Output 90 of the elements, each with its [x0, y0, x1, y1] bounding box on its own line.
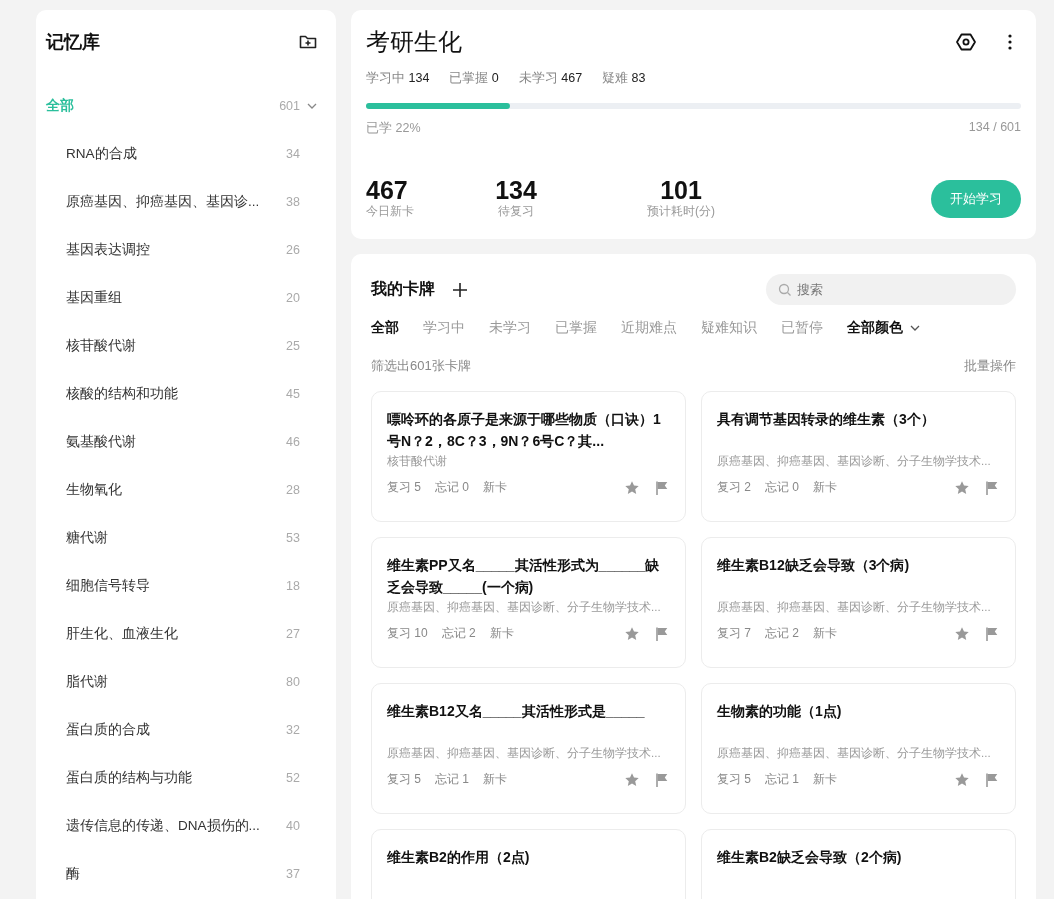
stat-value: 467 — [366, 177, 408, 204]
card-tag: 原癌基因、抑癌基因、基因诊断、分子生物学技术... — [717, 746, 1000, 762]
review-count: 复习 7 — [717, 625, 751, 643]
card-title: 嘌呤环的各原子是来源于哪些物质（口诀）1号N？2，8C？3，9N？6号C？其... — [387, 410, 662, 452]
star-icon[interactable] — [624, 479, 640, 496]
sidebar-item[interactable]: 脂代谢 80 — [46, 658, 318, 706]
card-title: 维生素B12缺乏会导致（3个病) — [717, 556, 911, 576]
sidebar-item[interactable]: 酶 37 — [46, 850, 318, 898]
sidebar-title: 记忆库 — [46, 31, 100, 54]
card-tag: 原癌基因、抑癌基因、基因诊断、分子生物学技术... — [717, 454, 1000, 470]
progress-reading: 134 / 601 — [968, 120, 1021, 136]
review-count: 复习 5 — [717, 771, 751, 789]
flash-card[interactable]: 维生素B2缺乏会导致（2个病) — [701, 829, 1016, 899]
forget-count: 忘记 2 — [765, 625, 800, 643]
flag-icon[interactable] — [654, 771, 670, 788]
review-count: 复习 5 — [387, 479, 421, 497]
stat-label: 待复习 — [498, 203, 534, 221]
status-count: 未学习 467 — [518, 70, 583, 87]
card-tag: 原癌基因、抑癌基因、基因诊断、分子生物学技术... — [717, 600, 1000, 616]
stat-value: 134 — [495, 177, 537, 204]
deck-title: 考研生化 — [366, 27, 463, 57]
star-icon[interactable] — [624, 771, 640, 788]
sidebar-item[interactable]: RNA的合成 34 — [46, 130, 318, 178]
sidebar-item[interactable]: 蛋白质的结构与功能 52 — [46, 754, 318, 802]
sidebar-item[interactable]: 氨基酸代谢 46 — [46, 418, 318, 466]
progress-label: 已学 22% — [366, 120, 421, 137]
flag-icon[interactable] — [984, 625, 1000, 642]
sidebar-item[interactable]: 蛋白质的合成 32 — [46, 706, 318, 754]
status-count: 学习中 134 — [366, 70, 430, 87]
flag-icon[interactable] — [984, 479, 1000, 496]
flash-card[interactable]: 嘌呤环的各原子是来源于哪些物质（口诀）1号N？2，8C？3，9N？6号C？其... 核苷酸代谢 复习 5 忘记 0 新卡 — [371, 391, 686, 523]
flash-card[interactable]: 维生素B12缺乏会导致（3个病) 原癌基因、抑癌基因、基因诊断、分子生物学技术... 复习 7 忘记 2 新卡 — [701, 537, 1016, 669]
sidebar-item[interactable]: 原癌基因、抑癌基因、基因诊... 38 — [46, 178, 318, 226]
sidebar-item[interactable]: 遗传信息的传递、DNA损伤的... 40 — [46, 802, 318, 850]
batch-action-link[interactable]: 批量操作 — [964, 357, 1016, 376]
card-status: 新卡 — [813, 625, 838, 643]
review-count: 复习 2 — [717, 479, 751, 497]
sidebar-item[interactable]: 核酸的结构和功能 45 — [46, 370, 318, 418]
card-tag: 原癌基因、抑癌基因、基因诊断、分子生物学技术... — [387, 600, 670, 616]
stat-label: 今日新卡 — [366, 203, 414, 221]
status-count: 疑难 83 — [602, 70, 646, 87]
status-count: 已掌握 0 — [449, 70, 499, 87]
star-icon[interactable] — [624, 625, 640, 642]
flag-icon[interactable] — [654, 625, 670, 642]
review-count: 复习 5 — [387, 771, 421, 789]
card-tag: 核苷酸代谢 — [387, 454, 670, 470]
sidebar-item[interactable]: 生物氧化 28 — [46, 466, 318, 514]
flag-icon[interactable] — [654, 479, 670, 496]
sidebar-item[interactable]: 核苷酸代谢 25 — [46, 322, 318, 370]
flash-card[interactable]: 具有调节基因转录的维生素（3个） 原癌基因、抑癌基因、基因诊断、分子生物学技术... 复习 2 忘记 0 新卡 — [701, 391, 1016, 523]
card-title: 具有调节基因转录的维生素（3个） — [717, 410, 936, 430]
sidebar-item[interactable]: 肝生化、血液生化 27 — [46, 610, 318, 658]
forget-count: 忘记 1 — [435, 771, 470, 789]
sidebar-item[interactable]: 糖代谢 53 — [46, 514, 318, 562]
flash-card[interactable]: 生物素的功能（1点) 原癌基因、抑癌基因、基因诊断、分子生物学技术... 复习 5 忘记 1 新卡 — [701, 683, 1016, 815]
forget-count: 忘记 0 — [765, 479, 800, 497]
flash-card[interactable]: 维生素PP又名_____其活性形式为______缺乏会导致_____(一个病) 原癌基因、抑癌基因、基因诊断、分子生物学技术... 复习 10 忘记 2 新卡 — [371, 537, 686, 669]
flag-icon[interactable] — [984, 771, 1000, 788]
card-title: 生物素的功能（1点) — [717, 702, 843, 722]
forget-count: 忘记 1 — [765, 771, 800, 789]
card-title: 维生素B2缺乏会导致（2个病) — [717, 848, 903, 868]
flash-card[interactable]: 维生素B12又名_____其活性形式是_____ 原癌基因、抑癌基因、基因诊断、分子生物学技术... 复习 5 忘记 1 新卡 — [371, 683, 686, 815]
filter-summary: 筛选出601张卡牌 — [371, 357, 471, 376]
stat-value: 101 — [660, 177, 702, 204]
flash-card[interactable]: 维生素B2的作用（2点) — [371, 829, 686, 899]
card-status: 新卡 — [813, 479, 838, 497]
panel-title: 我的卡牌 — [371, 279, 435, 300]
forget-count: 忘记 2 — [441, 625, 476, 643]
card-title: 维生素B12又名_____其活性形式是_____ — [387, 702, 646, 722]
color-filter-dropdown[interactable]: 全部颜色 — [847, 319, 921, 338]
review-count: 复习 10 — [387, 625, 428, 643]
sidebar-item[interactable]: 细胞信号转导 18 — [46, 562, 318, 610]
sidebar-item[interactable]: 基因表达调控 26 — [46, 226, 318, 274]
forget-count: 忘记 0 — [435, 479, 470, 497]
settings-icon[interactable] — [955, 31, 977, 53]
search-field[interactable]: 搜索 — [766, 274, 1016, 306]
card-status: 新卡 — [489, 625, 514, 643]
star-icon[interactable] — [954, 479, 970, 496]
add-icon[interactable] — [451, 280, 469, 299]
card-title: 维生素PP又名_____其活性形式为______缺乏会导致_____(一个病) — [387, 556, 661, 598]
star-icon[interactable] — [954, 625, 970, 642]
card-status: 新卡 — [483, 479, 508, 497]
card-status: 新卡 — [483, 771, 508, 789]
filter-tab[interactable]: 全部 — [371, 319, 399, 338]
star-icon[interactable] — [954, 771, 970, 788]
card-title: 维生素B2的作用（2点) — [387, 848, 531, 868]
stat-label: 预计耗时(分) — [647, 203, 715, 221]
card-status: 新卡 — [813, 771, 838, 789]
sidebar-item[interactable]: 基因重组 20 — [46, 274, 318, 322]
card-tag: 原癌基因、抑癌基因、基因诊断、分子生物学技术... — [387, 746, 670, 762]
